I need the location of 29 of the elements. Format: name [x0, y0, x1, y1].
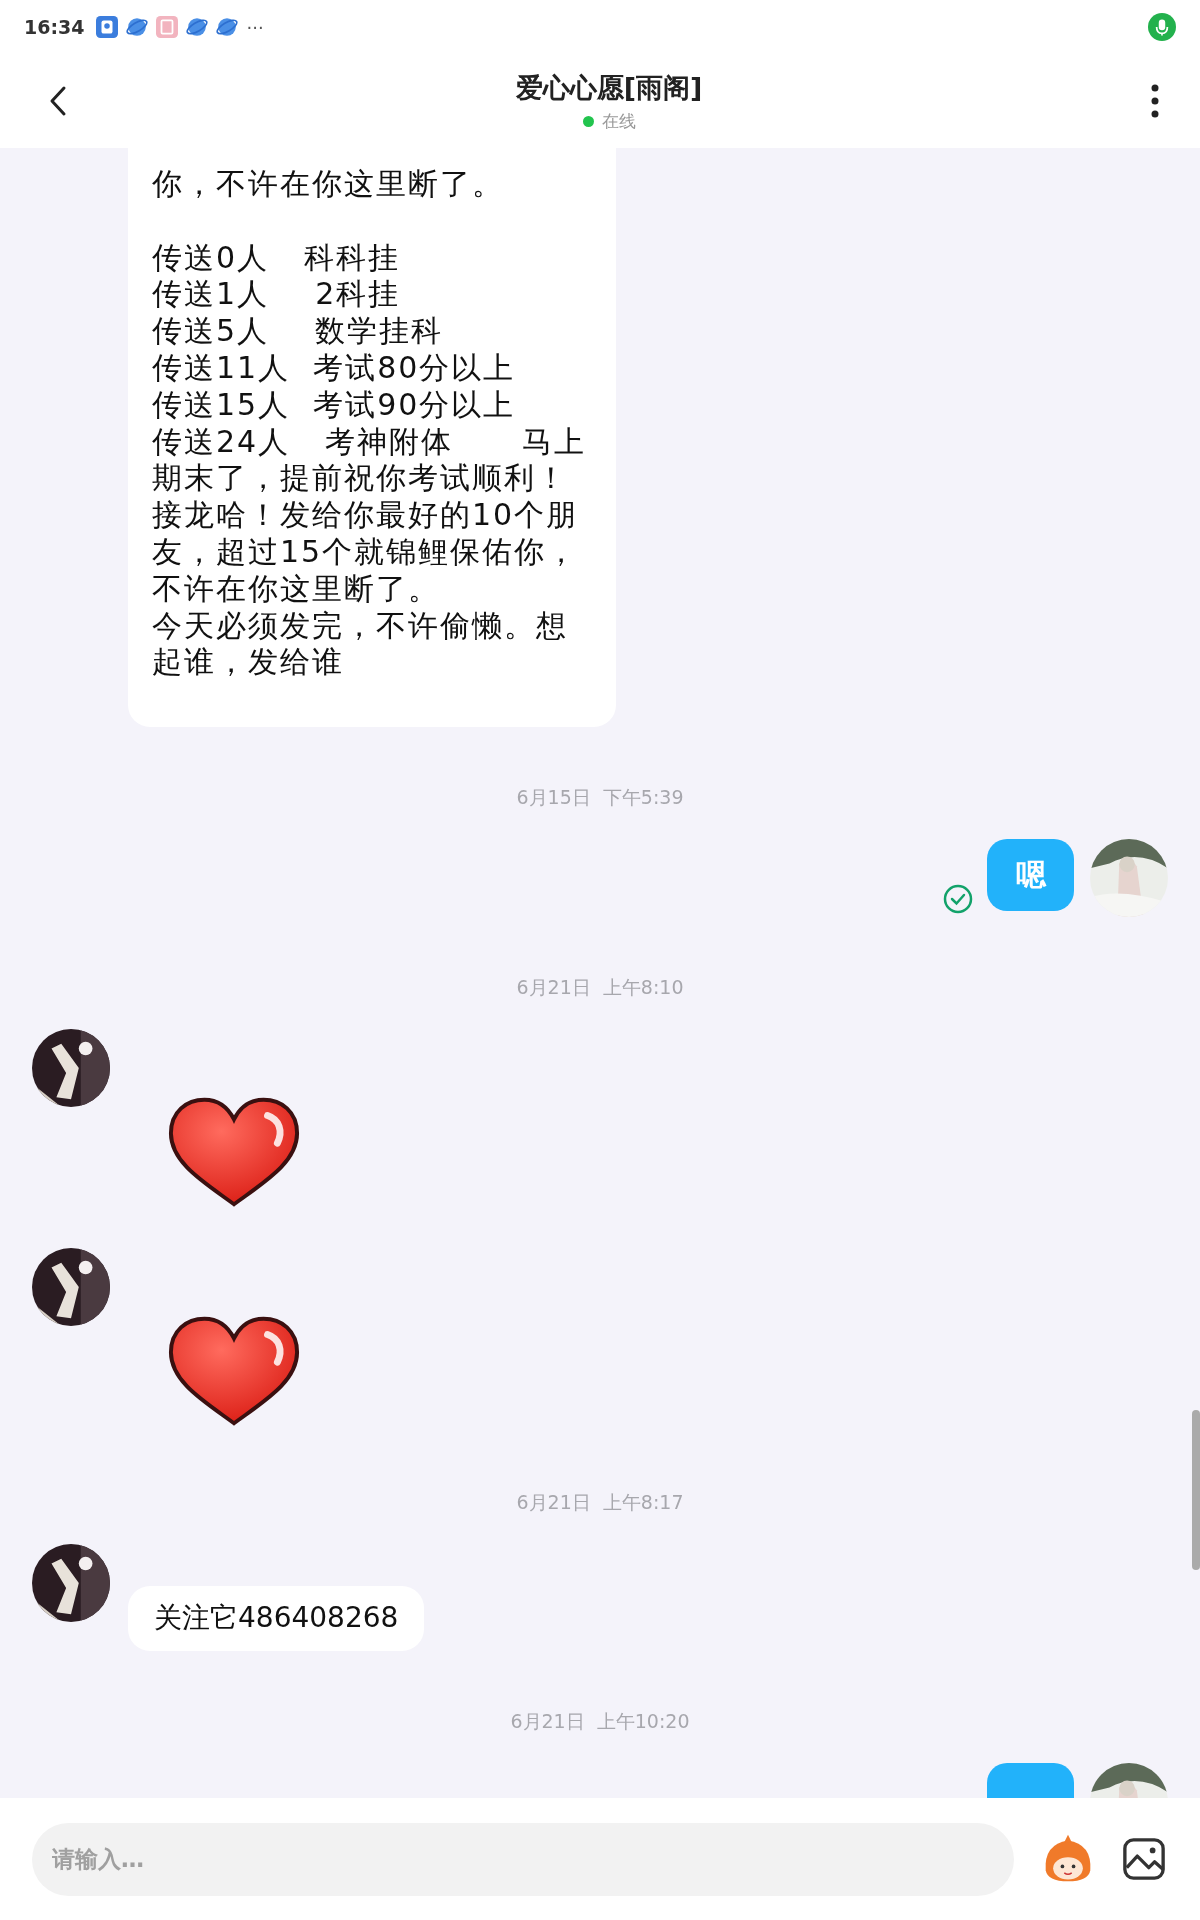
image-icon[interactable] [1122, 1837, 1166, 1881]
app-icon [156, 16, 179, 38]
message-text: 传送24人 考神附体 马上期末了，提前祝你考试顺利！接龙哈！发给你最好的10个朋友，超过15个就锦鲤保佑你，不许在你这里断了。 [152, 423, 587, 608]
message-text: 传送5人 数学挂科 [152, 313, 445, 350]
presence-status: 在线 [601, 109, 636, 133]
message-text: 传送0人 科科挂 [152, 239, 401, 277]
message-text: 传送15人 考试90分以上 [152, 386, 517, 424]
message-timestamp: 6月21日 上午8:17 [516, 1490, 684, 1515]
globe-icon [126, 16, 149, 38]
message-text: 你，不许在你这里断了。 [152, 166, 505, 203]
globe-icon [216, 16, 239, 38]
microphone-icon [1148, 13, 1176, 41]
message-timestamp: 6月21日 上午8:10 [516, 975, 684, 1000]
message-text: 今天必须发完，不许偷懒。想起谁，发给谁 [152, 607, 569, 682]
message-timestamp: 6月21日 上午10:20 [510, 1708, 690, 1733]
message-text: 传送11人 考试80分以上 [152, 350, 517, 387]
more-notifications: ··· [246, 16, 264, 38]
message-bubble: 嗯 [987, 839, 1074, 912]
chat-title: 爱心心愿[雨阁] [515, 70, 703, 105]
message-bubble: 关注它486408268 [128, 1586, 425, 1651]
message-text: 传送1人 2科挂 [152, 276, 402, 314]
scrollbar[interactable] [1192, 1410, 1200, 1570]
app-icon [96, 16, 119, 38]
more-icon[interactable] [1150, 83, 1160, 119]
back-icon[interactable] [48, 85, 68, 117]
globe-icon [186, 16, 209, 38]
message-input[interactable]: 请输入… [32, 1822, 1014, 1896]
status-time: 16:34 [24, 16, 85, 38]
message-timestamp: 6月15日 下午5:39 [516, 785, 684, 810]
